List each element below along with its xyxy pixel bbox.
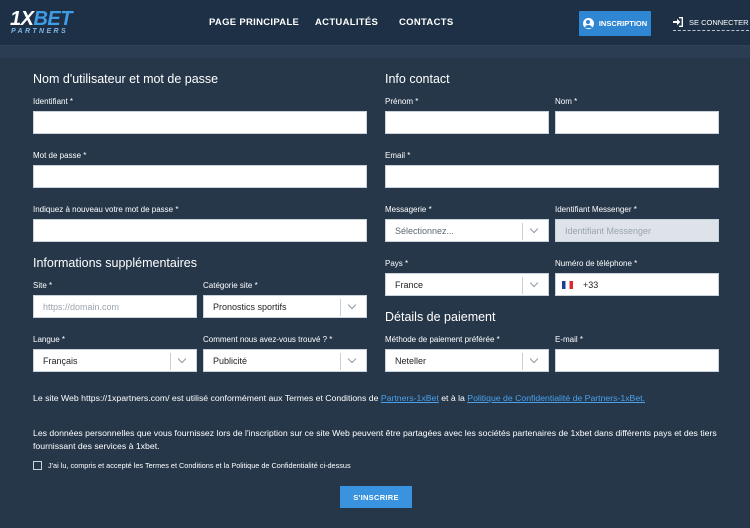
country-select-value: France — [395, 279, 424, 290]
phone-prefix: +33 — [583, 279, 599, 290]
top-navigation-bar: 1XBET PARTNERS PAGE PRINCIPALE ACTUALITÉ… — [0, 0, 750, 46]
chevron-down-icon — [340, 299, 366, 316]
payment-method-select[interactable]: Neteller — [385, 349, 549, 372]
password-input[interactable] — [33, 165, 367, 188]
user-icon — [582, 18, 594, 29]
chevron-down-icon — [170, 353, 196, 370]
category-select[interactable]: Pronostics sportifs — [203, 295, 367, 318]
payment-email-label: E-mail * — [555, 335, 584, 344]
data-sharing-paragraph: Les données personnelles que vous fourni… — [33, 428, 717, 451]
logo-subtitle: PARTNERS — [11, 28, 69, 35]
chevron-down-icon — [522, 277, 548, 294]
contact-section-title: Info contact — [385, 72, 450, 86]
register-button-label: INSCRIPTION — [598, 19, 648, 28]
password-repeat-input[interactable] — [33, 219, 367, 242]
found-select[interactable]: Publicité — [203, 349, 367, 372]
logo-text-bet: BET — [33, 8, 72, 30]
found-label: Comment nous avez-vous trouvé ? * — [203, 335, 333, 344]
partners-terms-link[interactable]: Partners-1xBet — [381, 393, 439, 403]
accept-terms-label[interactable]: J'ai lu, compris et accepté les Termes e… — [48, 461, 351, 470]
submit-register-button[interactable]: S'INSCRIRE — [340, 486, 412, 508]
identifier-input[interactable] — [33, 111, 367, 134]
nav-home[interactable]: PAGE PRINCIPALE — [209, 17, 299, 28]
phone-input[interactable]: +33 — [555, 273, 719, 296]
country-label: Pays * — [385, 259, 409, 268]
privacy-policy-link[interactable]: Politique de Confidentialité de Partners… — [467, 393, 645, 403]
chevron-down-icon — [522, 223, 548, 240]
found-select-value: Publicité — [213, 355, 248, 366]
login-link-label: SE CONNECTER — [689, 17, 749, 27]
messenger-id-label: Identifiant Messenger * — [555, 205, 637, 214]
firstname-input[interactable] — [385, 111, 549, 134]
identifier-label: Identifiant * — [33, 97, 74, 106]
background-band — [0, 46, 750, 58]
logo-text-1x: 1X — [10, 8, 34, 30]
chevron-down-icon — [340, 353, 366, 370]
language-select[interactable]: Français — [33, 349, 197, 372]
brand-logo[interactable]: 1XBET PARTNERS — [10, 8, 78, 35]
category-label: Catégorie site * — [203, 281, 258, 290]
site-label: Site * — [33, 281, 53, 290]
password-repeat-label: Indiquez à nouveau votre mot de passe * — [33, 205, 179, 214]
payment-method-label: Méthode de paiement préférée * — [385, 335, 500, 344]
category-select-value: Pronostics sportifs — [213, 301, 287, 312]
additional-section-title: Informations supplémentaires — [33, 256, 197, 270]
login-link[interactable]: SE CONNECTER — [673, 17, 749, 31]
lastname-label: Nom * — [555, 97, 578, 106]
payment-email-input[interactable] — [555, 349, 719, 372]
terms-text-start: Le site Web https://1xpartners.com/ est … — [33, 393, 381, 403]
payment-section-title: Détails de paiement — [385, 310, 496, 324]
messenger-id-input[interactable]: Identifiant Messenger — [555, 219, 719, 242]
messenger-label: Messagerie * — [385, 205, 432, 214]
country-select[interactable]: France — [385, 273, 549, 296]
register-button[interactable]: INSCRIPTION — [579, 11, 651, 36]
messenger-select[interactable]: Sélectionnez... — [385, 219, 549, 242]
password-label: Mot de passe * — [33, 151, 87, 160]
messenger-select-value: Sélectionnez... — [395, 225, 455, 236]
nav-news[interactable]: ACTUALITÉS — [315, 17, 378, 28]
sign-in-icon — [673, 17, 683, 27]
nav-contacts[interactable]: CONTACTS — [399, 17, 453, 28]
terms-text-mid: et à la — [438, 393, 468, 403]
payment-method-value: Neteller — [395, 355, 427, 366]
france-flag-icon[interactable] — [562, 280, 573, 289]
language-select-value: Français — [43, 355, 78, 366]
account-section-title: Nom d'utilisateur et mot de passe — [33, 72, 219, 86]
email-input[interactable] — [385, 165, 719, 188]
email-label: Email * — [385, 151, 411, 160]
firstname-label: Prénom * — [385, 97, 419, 106]
chevron-down-icon — [522, 353, 548, 370]
phone-label: Numéro de téléphone * — [555, 259, 638, 268]
site-input[interactable]: https://domain.com — [33, 295, 197, 318]
accept-terms-checkbox[interactable] — [33, 461, 42, 470]
terms-paragraph: Le site Web https://1xpartners.com/ est … — [33, 392, 713, 405]
lastname-input[interactable] — [555, 111, 719, 134]
language-label: Langue * — [33, 335, 66, 344]
